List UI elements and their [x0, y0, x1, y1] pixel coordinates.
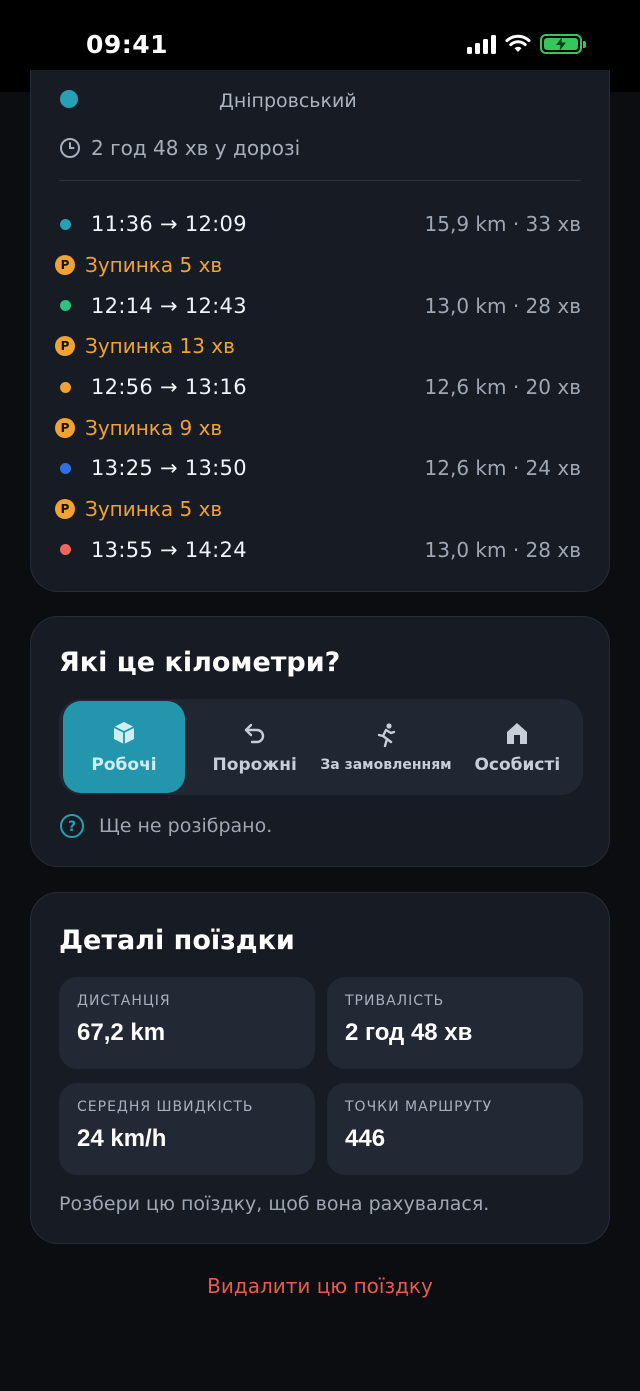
segment-list: 11:36 → 12:09 15,9 km · 33 хв P Зупинка 5 х…: [55, 204, 581, 570]
stat-average-speed: СЕРЕДНЯ ШВИДКІСТЬ 24 km/h: [59, 1083, 315, 1175]
running-person-icon: [377, 723, 396, 748]
drive-segment-row: 11:36 → 12:09 15,9 km · 33 хв: [55, 204, 581, 245]
stat-value: 67,2 km: [77, 1019, 166, 1046]
delete-trip-button[interactable]: Видалити цю поїздку: [0, 1274, 640, 1298]
segment-time: 11:36 → 12:09: [91, 212, 247, 237]
wifi-icon: [505, 34, 531, 52]
cellular-signal-icon: [467, 34, 496, 54]
stop-label: Зупинка 5 хв: [85, 253, 223, 278]
category-option-label: За замовленням: [320, 757, 452, 773]
category-option-empty[interactable]: Порожні: [189, 699, 320, 795]
segment-time: 13:55 → 14:24: [91, 537, 247, 562]
trip-details-card: Деталі поїздки ДИСТАНЦІЯ 67,2 km ТРИВАЛІ…: [30, 892, 610, 1244]
end-point-dot: [60, 90, 78, 108]
end-place-name: Дніпровський: [219, 90, 357, 112]
category-option-on-order[interactable]: За замовленням: [320, 699, 452, 795]
segment-distance-duration: 13,0 km · 28 хв: [424, 293, 581, 318]
stop-label: Зупинка 13 хв: [85, 334, 235, 359]
status-time: 09:41: [86, 30, 169, 59]
stop-row: P Зупинка 13 хв: [55, 326, 581, 367]
home-icon: [507, 723, 528, 744]
trip-timeline-card: Дніпровський 2 год 48 хв у дорозі 11:36 …: [30, 70, 610, 592]
clock-icon: [60, 138, 80, 158]
battery-charging-icon: [540, 34, 586, 54]
return-arrow-icon: [244, 723, 264, 744]
status-icons: [467, 34, 586, 54]
question-icon: ?: [60, 814, 84, 838]
category-option-work[interactable]: Робочі: [63, 701, 185, 793]
stop-row: P Зупинка 5 хв: [55, 489, 581, 530]
segment-color-dot: [60, 462, 71, 474]
segment-distance-duration: 12,6 km · 20 хв: [424, 375, 581, 400]
details-note: Розбери цю поїздку, щоб вона рахувалася.: [59, 1193, 490, 1215]
segment-color-dot: [60, 381, 71, 393]
category-title: Які це кілометри?: [59, 647, 341, 678]
divider: [59, 180, 581, 181]
stop-row: P Зупинка 9 хв: [55, 407, 581, 448]
segment-time: 12:14 → 12:43: [91, 293, 247, 318]
stop-row: P Зупинка 5 хв: [55, 245, 581, 286]
parking-icon: P: [55, 417, 75, 438]
stat-label: СЕРЕДНЯ ШВИДКІСТЬ: [77, 1099, 254, 1115]
category-hint: ? Ще не розібрано.: [59, 813, 272, 839]
stat-distance: ДИСТАНЦІЯ 67,2 km: [59, 977, 315, 1069]
stop-label: Зупинка 5 хв: [85, 497, 223, 522]
segment-color-dot: [60, 218, 71, 230]
stat-label: ДИСТАНЦІЯ: [77, 993, 171, 1009]
trip-duration-text: 2 год 48 хв у дорозі: [91, 136, 301, 160]
stat-duration: ТРИВАЛІСТЬ 2 год 48 хв: [327, 977, 583, 1069]
parking-icon: P: [55, 336, 75, 357]
stop-label: Зупинка 9 хв: [85, 415, 223, 440]
segment-time: 12:56 → 13:16: [91, 375, 247, 400]
stat-route-points: ТОЧКИ МАРШРУТУ 446: [327, 1083, 583, 1175]
svg-text:?: ?: [68, 819, 76, 835]
category-card: Які це кілометри? Робочі Порожні За замо…: [30, 616, 610, 867]
category-option-personal[interactable]: Особисті: [452, 699, 583, 795]
box-icon: [113, 722, 135, 744]
segment-time: 13:25 → 13:50: [91, 456, 247, 481]
segment-color-dot: [60, 300, 71, 312]
stat-value: 24 km/h: [77, 1125, 167, 1152]
category-hint-text: Ще не розібрано.: [99, 815, 273, 837]
segment-color-dot: [60, 544, 71, 556]
category-selector: Робочі Порожні За замовленням Особисті: [59, 699, 583, 795]
stat-value: 446: [345, 1125, 386, 1152]
trip-duration-row: 2 год 48 хв у дорозі: [59, 136, 300, 160]
parking-icon: P: [55, 255, 75, 276]
stat-value: 2 год 48 хв: [345, 1019, 473, 1046]
drive-segment-row: 13:25 → 13:50 12,6 km · 24 хв: [55, 448, 581, 489]
drive-segment-row: 12:14 → 12:43 13,0 km · 28 хв: [55, 285, 581, 326]
category-option-label: Порожні: [212, 755, 297, 775]
segment-distance-duration: 12,6 km · 24 хв: [424, 456, 581, 481]
stat-label: ТОЧКИ МАРШРУТУ: [345, 1099, 493, 1115]
drive-segment-row: 13:55 → 14:24 13,0 km · 28 хв: [55, 530, 581, 571]
drive-segment-row: 12:56 → 13:16 12,6 km · 20 хв: [55, 367, 581, 408]
parking-icon: P: [55, 499, 75, 520]
category-option-label: Особисті: [474, 755, 561, 775]
details-title: Деталі поїздки: [59, 925, 295, 956]
segment-distance-duration: 13,0 km · 28 хв: [424, 537, 581, 562]
stat-label: ТРИВАЛІСТЬ: [345, 993, 445, 1009]
category-option-label: Робочі: [91, 755, 157, 775]
segment-distance-duration: 15,9 km · 33 хв: [424, 212, 581, 237]
